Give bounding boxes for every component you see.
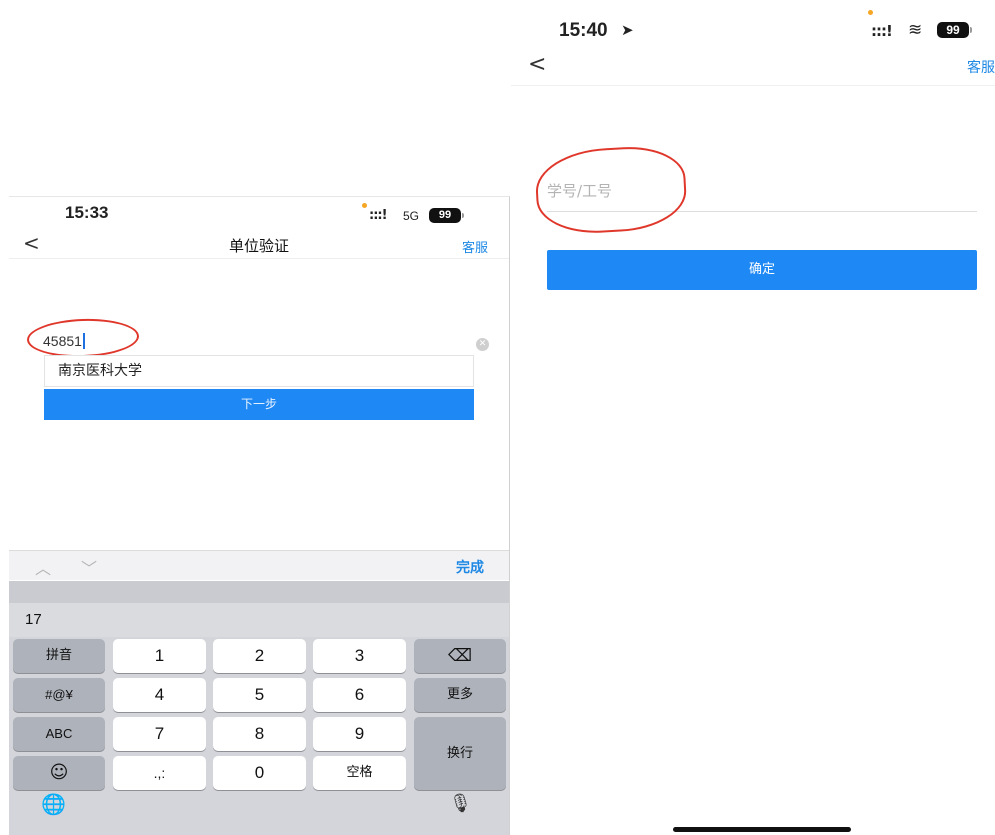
- privacy-indicator-dot: [868, 10, 873, 15]
- clear-icon[interactable]: ✕: [476, 338, 489, 351]
- globe-icon[interactable]: 🌐: [41, 792, 66, 816]
- left-phone-screen: 15:33 :::! 5G 99 < 单位验证 客服 45851 ✕ 南京医科大…: [9, 196, 510, 835]
- key-6[interactable]: 6: [313, 678, 406, 712]
- microphone-icon[interactable]: 🎙: [449, 793, 472, 814]
- key-9[interactable]: 9: [313, 717, 406, 751]
- status-bar: 15:33 :::! 5G 99: [9, 197, 509, 227]
- key-newline[interactable]: 换行: [414, 717, 506, 790]
- customer-service-link[interactable]: 客服: [462, 237, 488, 256]
- keyboard-top-strip: [9, 581, 509, 603]
- key-5[interactable]: 5: [213, 678, 306, 712]
- suggestion-item[interactable]: 南京医科大学: [44, 355, 474, 387]
- key-3[interactable]: 3: [313, 639, 406, 673]
- right-phone-screen: 15:40 ➤ :::! ≋ 99 < 客服 学号/工号 确定: [511, 0, 995, 835]
- key-4[interactable]: 4: [113, 678, 206, 712]
- signal-icon: :::!: [871, 22, 893, 40]
- status-time: 15:33: [65, 203, 109, 222]
- wifi-icon: ≋: [908, 20, 923, 40]
- done-button[interactable]: 完成: [456, 557, 484, 577]
- key-more[interactable]: 更多: [414, 678, 506, 712]
- key-8[interactable]: 8: [213, 717, 306, 751]
- candidate-bar: 17: [9, 603, 509, 637]
- status-time: 15:40: [559, 20, 608, 41]
- location-arrow-icon: ➤: [621, 21, 634, 39]
- keyboard-toolbar: ︿ ﹀ 完成: [9, 550, 509, 580]
- chevron-down-icon[interactable]: ﹀: [81, 555, 97, 579]
- annotation-circle: [533, 144, 689, 236]
- battery-nub: [462, 213, 464, 218]
- confirm-button[interactable]: 确定: [547, 250, 977, 290]
- key-space[interactable]: 空格: [313, 756, 406, 790]
- battery-nub: [970, 27, 972, 33]
- candidate-item[interactable]: 17: [25, 611, 42, 628]
- customer-service-link[interactable]: 客服: [967, 57, 995, 77]
- key-punctuation[interactable]: .,:: [113, 756, 206, 790]
- key-abc[interactable]: ABC: [13, 717, 105, 751]
- home-indicator[interactable]: [673, 827, 851, 832]
- next-step-button[interactable]: 下一步: [44, 389, 474, 420]
- page-title: 单位验证: [228, 237, 289, 255]
- chevron-up-icon[interactable]: ︿: [35, 555, 51, 579]
- nav-bar: < 单位验证 客服: [9, 233, 509, 259]
- backspace-icon[interactable]: ⌫: [414, 639, 506, 673]
- key-1[interactable]: 1: [113, 639, 206, 673]
- signal-icon: :::!: [369, 208, 388, 223]
- key-pinyin[interactable]: 拼音: [13, 639, 105, 673]
- back-icon[interactable]: <: [528, 52, 546, 77]
- privacy-indicator-dot: [362, 203, 367, 208]
- battery-icon: 99: [429, 208, 461, 223]
- emoji-icon[interactable]: ☺: [13, 756, 105, 790]
- key-symbols[interactable]: #@¥: [13, 678, 105, 712]
- key-0[interactable]: 0: [213, 756, 306, 790]
- battery-icon: 99: [937, 22, 969, 38]
- network-type: 5G: [403, 209, 420, 223]
- keyboard: 17 拼音 1 2 3 ⌫ #@¥ 4 5 6 更多 ABC 7 8 9 换行 …: [9, 581, 509, 835]
- key-2[interactable]: 2: [213, 639, 306, 673]
- key-7[interactable]: 7: [113, 717, 206, 751]
- nav-bar: < 客服: [511, 50, 995, 86]
